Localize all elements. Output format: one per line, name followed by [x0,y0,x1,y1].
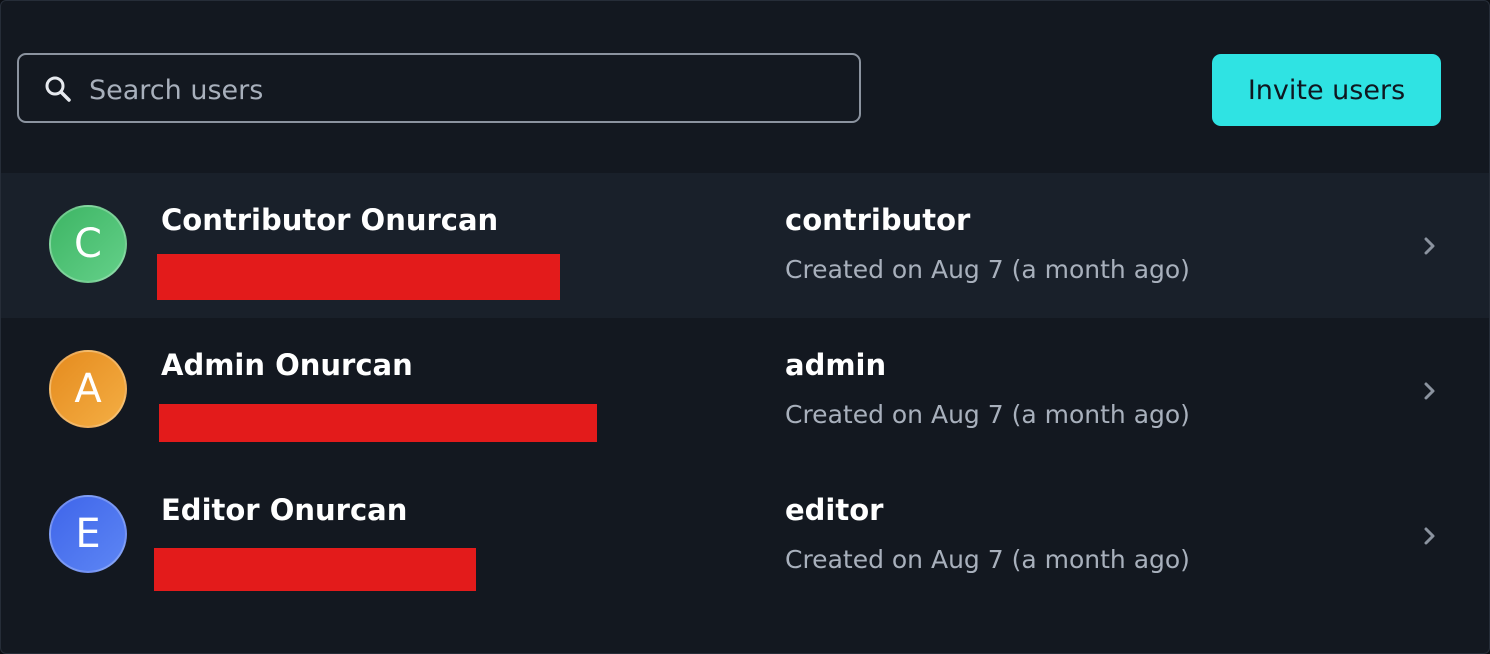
toolbar: Invite users [1,1,1489,173]
invite-users-button[interactable]: Invite users [1212,54,1441,126]
chevron-right-icon[interactable] [1419,235,1441,257]
user-row[interactable]: A Admin Onurcan admin Created on Aug 7 (… [1,318,1489,463]
user-list: C Contributor Onurcan contributor Create… [1,173,1489,608]
redacted-email [154,548,476,591]
user-row[interactable]: C Contributor Onurcan contributor Create… [1,173,1489,318]
chevron-right-icon[interactable] [1419,380,1441,402]
user-name: Admin Onurcan [161,348,413,382]
avatar: E [49,495,127,573]
avatar: C [49,205,127,283]
user-role: contributor [785,203,971,237]
users-panel: Invite users C Contributor Onurcan contr… [0,0,1490,654]
user-role: admin [785,348,887,382]
user-row[interactable]: E Editor Onurcan editor Created on Aug 7… [1,463,1489,608]
search-box[interactable] [17,53,861,123]
user-name: Contributor Onurcan [161,203,499,237]
chevron-right-icon[interactable] [1419,525,1441,547]
user-name: Editor Onurcan [161,493,408,527]
created-date: Created on Aug 7 (a month ago) [785,545,1190,574]
search-icon [43,74,73,104]
redacted-email [159,404,597,442]
created-date: Created on Aug 7 (a month ago) [785,255,1190,284]
avatar: A [49,350,127,428]
created-date: Created on Aug 7 (a month ago) [785,400,1190,429]
user-role: editor [785,493,884,527]
redacted-email [157,254,560,300]
search-input[interactable] [87,65,851,115]
